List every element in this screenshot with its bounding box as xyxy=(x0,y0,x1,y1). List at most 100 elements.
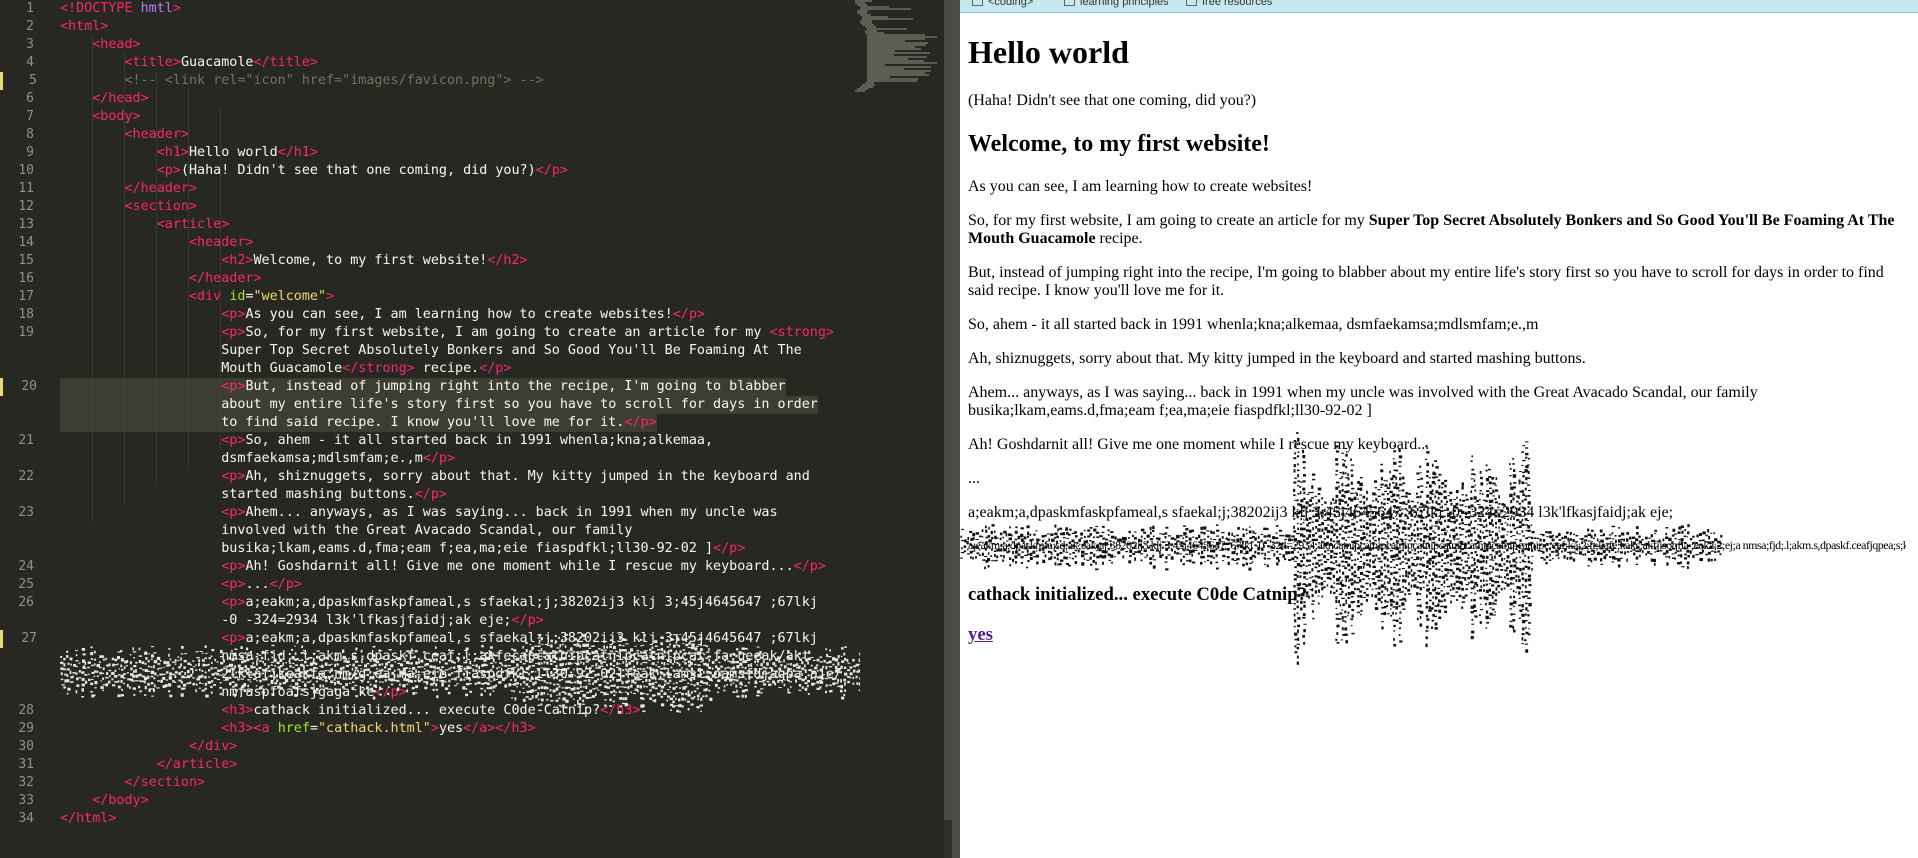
code-line: </article> xyxy=(156,757,238,772)
code-line: about my entire life's story first so yo… xyxy=(60,396,818,414)
code-line: <title>Guacamole</title> xyxy=(124,55,319,70)
code-line: <head> xyxy=(92,37,141,52)
line-number: 30 xyxy=(18,739,34,754)
line-number: 11 xyxy=(18,181,34,196)
code-line: Mouth Guacamole</strong> recipe.</p> xyxy=(60,361,512,376)
glitch-speck xyxy=(961,547,963,550)
line-number-gutter: 1 2 3 4 5 6 7 8 9 10 11 12 13 14 15 16 17 18 19 20 21 22 23 24 2… xyxy=(0,0,50,858)
line-number: 7 xyxy=(26,109,34,124)
browser-preview: <coding> learning principles free resour… xyxy=(960,0,1918,858)
line-number: 17 xyxy=(18,289,34,304)
line-number: 12 xyxy=(18,199,34,214)
line-number: 13 xyxy=(18,217,34,232)
editor-scroll-thumb[interactable] xyxy=(944,0,952,820)
line-number: 18 xyxy=(18,307,34,322)
minimap-line xyxy=(867,80,918,82)
line-number: 25 xyxy=(18,577,34,592)
code-editor[interactable]: 1 2 3 4 5 6 7 8 9 10 11 12 13 14 15 16 17 18 19 20 21 22 23 24 2… xyxy=(0,0,952,858)
glitch-speck xyxy=(961,539,965,542)
indent-guide xyxy=(188,90,189,468)
bookmark-coding[interactable]: <coding> xyxy=(972,0,1033,8)
indent-guide xyxy=(92,36,93,522)
code-line: Super Top Secret Absolutely Bonkers and … xyxy=(60,343,802,358)
minimap[interactable] xyxy=(855,0,940,92)
folder-icon xyxy=(1186,0,1197,6)
code-line: <h3><a href="cathack.html">yes</a></h3> xyxy=(221,721,536,736)
line-number: 27 xyxy=(0,630,37,648)
code-line: <body> xyxy=(92,109,141,124)
code-line: <h3>cathack initialized... execute C0de … xyxy=(221,703,641,718)
code-line: busika;lkam,eams.d,fma;eam f;ea,ma;eie f… xyxy=(60,541,746,556)
code-line: </head> xyxy=(92,91,149,106)
code-line: dsmfaekamsa;mdlsmfam;e.,m</p> xyxy=(60,451,456,466)
pane-splitter[interactable] xyxy=(952,0,960,858)
line-number: 8 xyxy=(26,127,34,142)
code-line: <p>So, for my first website, I am going … xyxy=(221,325,834,340)
glitch-speck xyxy=(963,550,967,553)
folder-icon xyxy=(972,0,983,6)
code-line: <h1>Hello world</h1> xyxy=(156,145,318,160)
line-number: 20 xyxy=(0,378,37,396)
glitch-speck xyxy=(964,539,967,543)
line-number: 15 xyxy=(18,253,34,268)
line-number: 16 xyxy=(18,271,34,286)
paragraph-10: a;eakm;a,dpaskmfa;sd;ak;eak;aj;38202ij3 … xyxy=(968,538,1906,552)
link-heading: yes xyxy=(968,624,1906,646)
glitch-speck xyxy=(960,551,965,554)
code-line: </header> xyxy=(124,181,198,196)
code-line: <h2>Welcome, to my first website!</h2> xyxy=(221,253,528,268)
code-line: <article> xyxy=(156,217,230,232)
line-number: 34 xyxy=(18,811,34,826)
editor-scrollbar[interactable] xyxy=(944,0,952,858)
code-line: <p>a;eakm;a,dpaskmfaskpfameal,s sfaekal;… xyxy=(221,595,818,610)
glitch-speck xyxy=(960,557,963,559)
line-number: 14 xyxy=(18,235,34,250)
code-line: <p>But, instead of jumping right into th… xyxy=(60,378,786,396)
line-number: 2 xyxy=(26,19,34,34)
tagline: (Haha! Didn't see that one coming, did y… xyxy=(968,92,1257,109)
line-number: 33 xyxy=(18,793,34,808)
code-area[interactable]: <!DOCTYPE hmtl> <html> <head> <title>Guac… xyxy=(60,0,880,858)
line-number: 3 xyxy=(26,37,34,52)
line-number: 5 xyxy=(0,72,37,90)
paragraph-2: So, for my first website, I am going to … xyxy=(968,212,1895,247)
line-number: 31 xyxy=(18,757,34,772)
line-number: 21 xyxy=(18,433,34,448)
paragraph-6: Ahem... anyways, as I was saying... back… xyxy=(968,384,1758,419)
code-line: started mashing buttons.</p> xyxy=(60,487,447,502)
code-line: 2lklafjkeakfa;nm/g;ea,ma;eie fiaspdfkl;l… xyxy=(60,667,842,682)
code-line: <p>So, ahem - it all started back in 199… xyxy=(221,433,714,448)
bookmark-free-resources[interactable]: free resources xyxy=(1186,0,1272,8)
code-line: <p>(Haha! Didn't see that one coming, di… xyxy=(156,163,568,178)
paragraph-5: Ah, shiznuggets, sorry about that. My ki… xyxy=(968,350,1586,367)
code-line: <div id="welcome"> xyxy=(189,289,335,304)
page-heading: Hello world xyxy=(968,34,1129,70)
paragraph-4: So, ahem - it all started back in 1991 w… xyxy=(968,316,1539,333)
code-line: </div> xyxy=(189,739,238,754)
line-number: 28 xyxy=(18,703,34,718)
line-number: 24 xyxy=(18,559,34,574)
line-number: 22 xyxy=(18,469,34,484)
glitch-speck xyxy=(960,535,962,538)
code-line: <html> xyxy=(60,19,109,34)
line-number: 4 xyxy=(26,55,34,70)
code-line: nmsa;fjd;.l;akm.s,dpaskf.ceaf;l;akfecapc… xyxy=(60,649,810,664)
code-line: <p>Ahem... anyways, as I was saying... b… xyxy=(221,505,778,520)
yes-link[interactable]: yes xyxy=(968,624,993,645)
indent-guide xyxy=(124,54,125,504)
line-number: 32 xyxy=(18,775,34,790)
code-line: </section> xyxy=(124,775,206,790)
code-line: </header> xyxy=(189,271,262,286)
line-number: 19 xyxy=(18,325,34,340)
code-line: <section> xyxy=(124,199,198,214)
code-line: involved with the Great Avacado Scandal,… xyxy=(60,523,633,538)
cathack-heading: cathack initialized... execute C0de Catn… xyxy=(968,584,1307,605)
code-line: -0 -324=2934 l3k'lfkasjfaidj;ak eje;</p> xyxy=(60,613,544,628)
minimap-line xyxy=(855,90,866,92)
paragraph-3: But, instead of jumping right into the r… xyxy=(968,264,1884,299)
bookmark-learning-principles[interactable]: learning principles xyxy=(1064,0,1169,8)
line-number: 23 xyxy=(18,505,34,520)
paragraph-9: a;eakm;a,dpaskmfaskpfameal,s sfaekal;j;3… xyxy=(968,504,1674,521)
line-number: 6 xyxy=(26,91,34,106)
code-line: <!DOCTYPE hmtl> xyxy=(60,1,181,16)
